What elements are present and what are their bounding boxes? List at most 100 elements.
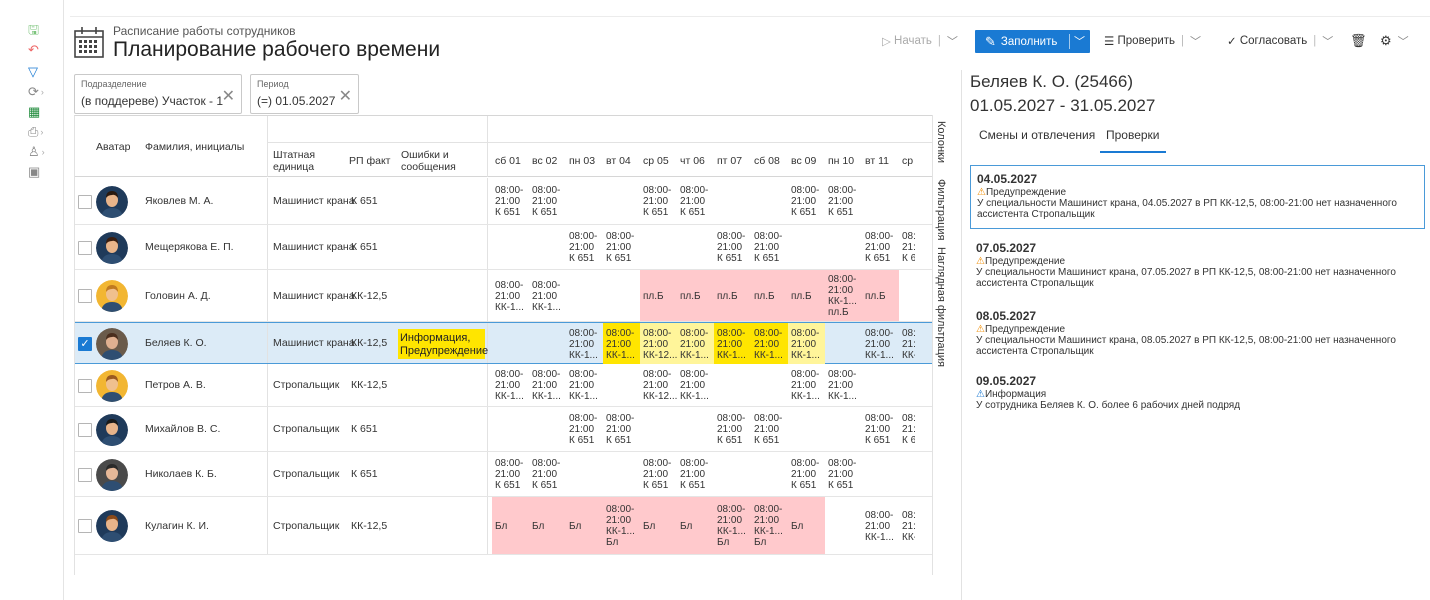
shift-cell[interactable]: 08:00- 21:00 К 651 bbox=[825, 458, 862, 491]
shift-cell[interactable]: 08: 21: КК- bbox=[899, 510, 915, 543]
check-issue[interactable]: 09.05.2027 ⚠Информация У сотрудника Беляев… bbox=[970, 368, 1425, 419]
col-rp[interactable]: РП факт bbox=[349, 155, 390, 167]
undo-icon[interactable]: ↶ bbox=[28, 42, 52, 58]
archive-icon[interactable]: ▣ bbox=[28, 164, 52, 180]
table-row[interactable]: ✓ Беляев К. О. Машинист крана КК-12,5 Информ… bbox=[75, 322, 932, 364]
start-button[interactable]: ▷ Начать | ﹀ bbox=[882, 30, 958, 52]
shift-cell[interactable]: 08:00- 21:00 К 651 bbox=[825, 185, 862, 218]
shift-cell[interactable]: 08:00- 21:00 К 651 bbox=[640, 185, 677, 218]
row-checkbox[interactable]: ✓ bbox=[78, 337, 92, 351]
shift-cell[interactable]: 08:00- 21:00 КК-1... bbox=[492, 369, 529, 402]
check-issue[interactable]: 04.05.2027 ⚠Предупреждение У специальности… bbox=[970, 165, 1425, 229]
shift-cell[interactable]: 08:00- 21:00 КК-1... bbox=[529, 369, 566, 402]
department-filter[interactable]: Подразделение (в поддереве) Участок - 1 … bbox=[74, 74, 242, 114]
shift-cell[interactable]: Бл bbox=[529, 521, 566, 532]
check-issue[interactable]: 07.05.2027 ⚠Предупреждение У специальности… bbox=[970, 235, 1425, 297]
shift-cell[interactable]: 08:00- 21:00 К 651 bbox=[492, 185, 529, 218]
shift-cell[interactable]: 08:00- 21:00 КК-12... bbox=[640, 328, 677, 361]
shift-cell[interactable]: 08:00- 21:00 КК-1... bbox=[566, 369, 603, 402]
shift-cell[interactable]: 08:00- 21:00 К 651 bbox=[566, 231, 603, 264]
user-icon[interactable]: ♙ › bbox=[28, 144, 52, 160]
row-checkbox[interactable] bbox=[78, 519, 92, 533]
shift-cell[interactable]: 08:00- 21:00 К 651 bbox=[714, 413, 751, 446]
shift-cell[interactable]: 08:00- 21:00 КК-1... Бл bbox=[603, 504, 640, 548]
shift-cell[interactable]: 08: 21: К 6 bbox=[899, 231, 915, 264]
shift-cell[interactable]: 08:00- 21:00 КК-1... bbox=[751, 328, 788, 361]
check-issue[interactable]: 08.05.2027 ⚠Предупреждение У специальности… bbox=[970, 303, 1425, 365]
row-checkbox[interactable] bbox=[78, 467, 92, 482]
shift-cell[interactable]: 08:00- 21:00 КК-1... пл.Б bbox=[825, 274, 862, 318]
shift-cell[interactable]: 08:00- 21:00 К 651 bbox=[788, 458, 825, 491]
col-day[interactable]: вс 02 bbox=[532, 155, 557, 167]
shift-cell[interactable]: 08:00- 21:00 К 651 bbox=[751, 413, 788, 446]
table-row[interactable]: Кулагин К. И. Стропальщик КК-12,5 Бл Бл Бл 08:… bbox=[75, 497, 932, 555]
save-icon[interactable]: 🖫 bbox=[28, 22, 52, 38]
shift-cell[interactable]: 08:00- 21:00 КК-1... Бл bbox=[714, 504, 751, 548]
shift-cell[interactable]: 08:00- 21:00 КК-1... bbox=[862, 328, 899, 361]
shift-cell[interactable]: 08: 21: К 6 bbox=[899, 413, 915, 446]
table-row[interactable]: Михайлов В. С. Стропальщик К 651 08:00- 21:… bbox=[75, 407, 932, 452]
shift-cell[interactable]: 08:00- 21:00 К 651 bbox=[566, 413, 603, 446]
delete-button[interactable]: 🗑 bbox=[1350, 30, 1367, 52]
filter-icon[interactable]: ▽ bbox=[28, 64, 52, 80]
shift-cell[interactable]: 08:00- 21:00 КК-1... bbox=[603, 328, 640, 361]
col-position[interactable]: Штатная единица bbox=[273, 149, 333, 173]
col-day[interactable]: пн 03 bbox=[569, 155, 595, 167]
table-row[interactable]: Николаев К. Б. Стропальщик К 651 08:00- 21:… bbox=[75, 452, 932, 497]
shift-cell[interactable]: 08:00- 21:00 КК-1... bbox=[677, 369, 714, 402]
col-day[interactable]: сб 08 bbox=[754, 155, 780, 167]
shift-cell[interactable]: пл.Б bbox=[788, 291, 825, 302]
approve-button[interactable]: ✓ Согласовать | ﹀ bbox=[1227, 30, 1333, 52]
shift-cell[interactable]: 08:00- 21:00 К 651 bbox=[677, 185, 714, 218]
row-checkbox[interactable] bbox=[78, 422, 92, 437]
table-row[interactable]: Петров А. В. Стропальщик КК-12,5 08:00- 21:… bbox=[75, 364, 932, 407]
fill-button[interactable]: ✎ Заполнить ﹀ bbox=[975, 30, 1090, 53]
shift-cell[interactable]: 08:00- 21:00 КК-1... bbox=[788, 369, 825, 402]
col-day[interactable]: ср bbox=[902, 155, 913, 167]
columns-tab[interactable]: Колонки bbox=[935, 121, 947, 163]
row-checkbox[interactable] bbox=[78, 240, 92, 255]
col-day[interactable]: чт 06 bbox=[680, 155, 705, 167]
shift-cell[interactable]: пл.Б bbox=[862, 291, 899, 302]
settings-button[interactable]: ⚙ ﹀ bbox=[1380, 30, 1409, 52]
row-checkbox[interactable] bbox=[78, 194, 92, 209]
visual-filtering-tab[interactable]: Наглядная фильтрация bbox=[935, 247, 947, 367]
chevron-down-icon[interactable]: ﹀ bbox=[1074, 33, 1085, 49]
close-icon[interactable]: ✕ bbox=[339, 86, 352, 106]
col-day[interactable]: вт 04 bbox=[606, 155, 631, 167]
tab-checks[interactable]: Проверки bbox=[1100, 128, 1166, 153]
shift-cell[interactable]: пл.Б bbox=[640, 291, 677, 302]
shift-cell[interactable]: 08: 21: КК- bbox=[899, 328, 915, 361]
shift-cell[interactable]: 08:00- 21:00 К 651 bbox=[529, 185, 566, 218]
shift-cell[interactable]: Бл bbox=[640, 521, 677, 532]
col-day[interactable]: вс 09 bbox=[791, 155, 816, 167]
tab-shifts[interactable]: Смены и отвлечения bbox=[979, 128, 1095, 142]
col-errors[interactable]: Ошибки и сообщения bbox=[401, 149, 479, 173]
row-checkbox[interactable] bbox=[78, 289, 92, 303]
table-row[interactable]: Яковлев М. А. Машинист крана К 651 08:00- 2… bbox=[75, 178, 932, 225]
close-icon[interactable]: ✕ bbox=[222, 86, 235, 106]
col-name[interactable]: Фамилия, инициалы bbox=[145, 141, 244, 153]
shift-cell[interactable]: 08:00- 21:00 КК-1... bbox=[825, 369, 862, 402]
shift-cell[interactable]: 08:00- 21:00 К 651 bbox=[677, 458, 714, 491]
shift-cell[interactable]: 08:00- 21:00 К 651 bbox=[751, 231, 788, 264]
shift-cell[interactable]: 08:00- 21:00 К 651 bbox=[862, 413, 899, 446]
shift-cell[interactable]: 08:00- 21:00 КК-1... bbox=[714, 328, 751, 361]
row-checkbox[interactable] bbox=[78, 378, 92, 393]
shift-cell[interactable]: 08:00- 21:00 КК-1... bbox=[677, 328, 714, 361]
shift-cell[interactable]: пл.Б bbox=[751, 291, 788, 302]
col-avatar[interactable]: Аватар bbox=[96, 141, 130, 153]
refresh-icon[interactable]: ⟳ › bbox=[28, 84, 52, 100]
excel-icon[interactable]: ▦ bbox=[28, 104, 52, 120]
shift-cell[interactable]: 08:00- 21:00 КК-1... bbox=[862, 510, 899, 543]
shift-cell[interactable]: 08:00- 21:00 К 651 bbox=[862, 231, 899, 264]
shift-cell[interactable]: 08:00- 21:00 КК-1... bbox=[566, 328, 603, 361]
shift-cell[interactable]: 08:00- 21:00 К 651 bbox=[492, 458, 529, 491]
shift-cell[interactable]: 08:00- 21:00 КК-1... bbox=[529, 280, 566, 313]
shift-cell[interactable]: 08:00- 21:00 К 651 bbox=[603, 231, 640, 264]
check-button[interactable]: ☰ Проверить | ﹀ bbox=[1104, 30, 1201, 52]
filtering-tab[interactable]: Фильтрация bbox=[935, 179, 947, 240]
shift-cell[interactable]: пл.Б bbox=[677, 291, 714, 302]
shift-cell[interactable]: 08:00- 21:00 КК-1... bbox=[788, 328, 825, 361]
shift-cell[interactable]: Бл bbox=[566, 521, 603, 532]
